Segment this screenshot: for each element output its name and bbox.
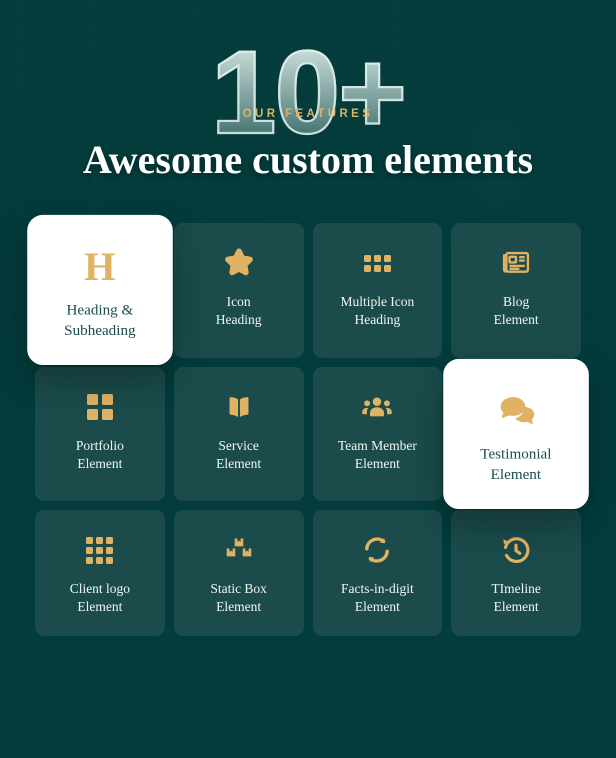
star-icon: [222, 245, 256, 281]
feature-card-label: Testimonial Element: [480, 444, 552, 483]
hero-section: 10+ OUR FEATURES Awesome custom elements: [0, 0, 616, 183]
stacked-boxes-icon: [223, 532, 255, 568]
feature-card[interactable]: Service Element: [173, 366, 304, 502]
grid-2x2-icon: [86, 389, 113, 425]
grid-3x2-icon: [363, 245, 391, 281]
feature-card-label: Icon Heading: [215, 294, 262, 328]
page-title: Awesome custom elements: [82, 137, 534, 182]
feature-card-label: Facts-in-digit Element: [341, 581, 414, 615]
speech-bubbles-icon: [497, 390, 535, 430]
feature-card[interactable]: TImeline Element: [451, 510, 581, 637]
feature-card[interactable]: Blog Element: [451, 223, 581, 358]
feature-card[interactable]: Icon Heading: [173, 223, 304, 358]
feature-card[interactable]: Portfolio Element: [35, 366, 165, 502]
people-group-icon: [360, 389, 394, 425]
feature-card[interactable]: Multiple Icon Heading: [312, 223, 443, 358]
feature-count-number: 10+: [210, 27, 408, 159]
newspaper-icon: [499, 245, 533, 281]
feature-card[interactable]: Team Member Element: [312, 366, 443, 502]
section-eyebrow-label: OUR FEATURES: [242, 108, 374, 120]
refresh-sync-icon: [360, 532, 394, 568]
clock-rewind-icon: [499, 532, 533, 568]
feature-card[interactable]: H Heading & Subheading: [27, 215, 173, 366]
feature-card-label: TImeline Element: [491, 581, 541, 615]
features-page: 10+ OUR FEATURES Awesome custom elements…: [0, 0, 616, 758]
feature-card[interactable]: Static Box Element: [173, 510, 304, 637]
features-grid: H Heading & Subheading Icon Heading Multiple …: [27, 215, 589, 637]
feature-card-label: Service Element: [216, 437, 262, 471]
feature-card[interactable]: Client logo Element: [35, 510, 165, 637]
feature-card-label: Client logo Element: [69, 581, 131, 615]
feature-card-label: Blog Element: [493, 294, 539, 328]
feature-card-label: Portfolio Element: [75, 437, 124, 471]
feature-card[interactable]: Facts-in-digit Element: [312, 510, 443, 637]
feature-card-label: Heading & Subheading: [64, 301, 136, 339]
feature-card-label: Static Box Element: [210, 581, 267, 615]
open-book-icon: [223, 389, 255, 425]
grid-3x3-icon: [86, 532, 114, 568]
feature-card-label: Team Member Element: [337, 437, 417, 471]
feature-card[interactable]: Testimonial Element: [443, 358, 589, 510]
feature-card-label: Multiple Icon Heading: [340, 294, 415, 328]
heading-glyph-icon: H: [84, 244, 116, 290]
